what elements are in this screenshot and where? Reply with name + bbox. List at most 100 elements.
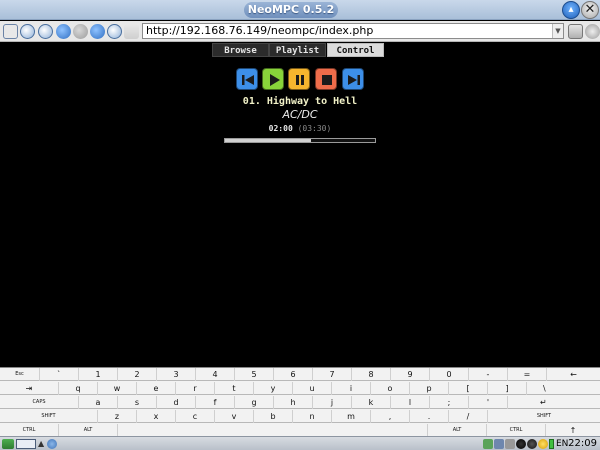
play-button[interactable] (262, 68, 284, 90)
key[interactable]: 1 (79, 368, 118, 381)
pause-button[interactable] (288, 68, 310, 90)
refresh-icon[interactable] (90, 24, 105, 39)
key[interactable]: s (118, 396, 157, 409)
security-icon[interactable] (527, 439, 537, 449)
start-menu-icon[interactable] (2, 439, 14, 449)
update-icon[interactable] (538, 439, 548, 449)
page-content: Browse Playlist Control 01. Highway to H… (0, 42, 600, 367)
key[interactable]: 5 (235, 368, 274, 381)
zoom-out-icon[interactable] (38, 24, 53, 39)
pause-icon (296, 75, 304, 85)
progress-fill (225, 139, 311, 142)
key[interactable]: [ (449, 382, 488, 395)
zoom-in-icon[interactable] (20, 24, 35, 39)
key[interactable]: - (469, 368, 508, 381)
find-icon[interactable] (107, 24, 122, 39)
key[interactable]: a (79, 396, 118, 409)
key[interactable]: \ (527, 382, 600, 395)
stop-button[interactable] (315, 68, 337, 90)
key[interactable]: j (313, 396, 352, 409)
key[interactable]: 8 (352, 368, 391, 381)
window-title: NeoMPC 0.5.2 (244, 2, 338, 18)
key[interactable]: o (371, 382, 410, 395)
previous-button[interactable] (236, 68, 258, 90)
key[interactable]: = (508, 368, 547, 381)
key[interactable]: r (176, 382, 215, 395)
key[interactable]: i (332, 382, 371, 395)
key[interactable]: l (391, 396, 430, 409)
chevron-up-icon[interactable]: ▲ (38, 439, 46, 449)
key[interactable]: m (332, 410, 371, 423)
forward-icon[interactable] (73, 24, 88, 39)
next-button[interactable] (342, 68, 364, 90)
keyboard-row: SHIFT z x c v b n m , . / SHIFT (0, 410, 600, 423)
language-indicator[interactable]: EN (556, 437, 568, 450)
settings-icon[interactable] (585, 24, 600, 39)
keyboard-row: ⇥ q w e r t y u i o p [ ] \ (0, 382, 600, 395)
key[interactable]: n (293, 410, 332, 423)
key[interactable]: 4 (196, 368, 235, 381)
progress-bar[interactable] (224, 138, 376, 143)
play-icon (270, 74, 280, 86)
key[interactable]: ] (488, 382, 527, 395)
key[interactable]: x (137, 410, 176, 423)
bookmarks-icon[interactable] (3, 24, 18, 39)
back-icon[interactable] (56, 24, 71, 39)
time-total: (03:30) (297, 124, 332, 133)
key[interactable]: 0 (430, 368, 469, 381)
keyboard-row: Esc ` 1 2 3 4 5 6 7 8 9 0 - = ← (0, 368, 600, 381)
device-icon[interactable] (483, 439, 493, 449)
clear-icon[interactable] (124, 24, 139, 39)
key[interactable]: e (137, 382, 176, 395)
key[interactable]: 3 (157, 368, 196, 381)
key[interactable]: y (254, 382, 293, 395)
usb-icon[interactable] (494, 439, 504, 449)
key-caps[interactable]: CAPS (0, 396, 79, 409)
tab-control[interactable]: Control (327, 43, 384, 57)
key[interactable]: 6 (274, 368, 313, 381)
tab-browse[interactable]: Browse (212, 43, 269, 57)
key[interactable]: g (235, 396, 274, 409)
key-tab[interactable]: ⇥ (0, 382, 59, 395)
key[interactable]: v (215, 410, 254, 423)
volume-icon[interactable] (505, 439, 515, 449)
key-backspace[interactable]: ← (547, 368, 600, 381)
url-dropdown-icon[interactable]: ▼ (552, 24, 563, 38)
key-shift-left[interactable]: SHIFT (0, 410, 98, 423)
key-shift-right[interactable]: SHIFT (488, 410, 600, 423)
key[interactable]: b (254, 410, 293, 423)
close-button[interactable]: ✕ (581, 1, 599, 19)
key[interactable]: . (410, 410, 449, 423)
key[interactable]: , (371, 410, 410, 423)
key[interactable]: k (352, 396, 391, 409)
key[interactable]: 9 (391, 368, 430, 381)
network-icon[interactable] (47, 439, 57, 449)
key-esc[interactable]: Esc (0, 368, 40, 381)
key[interactable]: c (176, 410, 215, 423)
key[interactable]: 7 (313, 368, 352, 381)
clock[interactable]: 22:09 (568, 437, 597, 450)
tab-playlist[interactable]: Playlist (269, 43, 326, 57)
info-icon[interactable] (516, 439, 526, 449)
key[interactable]: f (196, 396, 235, 409)
lock-icon[interactable] (568, 24, 583, 39)
title-bar: NeoMPC 0.5.2 ▴ ✕ (0, 0, 600, 20)
key[interactable]: p (410, 382, 449, 395)
key[interactable]: q (59, 382, 98, 395)
key[interactable]: w (98, 382, 137, 395)
url-field[interactable]: http://192.168.76.149/neompc/index.php ▼ (142, 23, 564, 39)
key[interactable]: h (274, 396, 313, 409)
key[interactable]: / (449, 410, 488, 423)
key[interactable]: ` (40, 368, 79, 381)
key[interactable]: u (293, 382, 332, 395)
key[interactable]: ; (430, 396, 469, 409)
minimize-button[interactable]: ▴ (562, 1, 580, 19)
key[interactable]: z (98, 410, 137, 423)
keyboard-icon[interactable] (16, 439, 36, 449)
key[interactable]: 2 (118, 368, 157, 381)
key[interactable]: d (157, 396, 196, 409)
key-enter[interactable]: ↵ (508, 396, 600, 409)
key[interactable]: ' (469, 396, 508, 409)
next-icon (348, 75, 360, 85)
key[interactable]: t (215, 382, 254, 395)
